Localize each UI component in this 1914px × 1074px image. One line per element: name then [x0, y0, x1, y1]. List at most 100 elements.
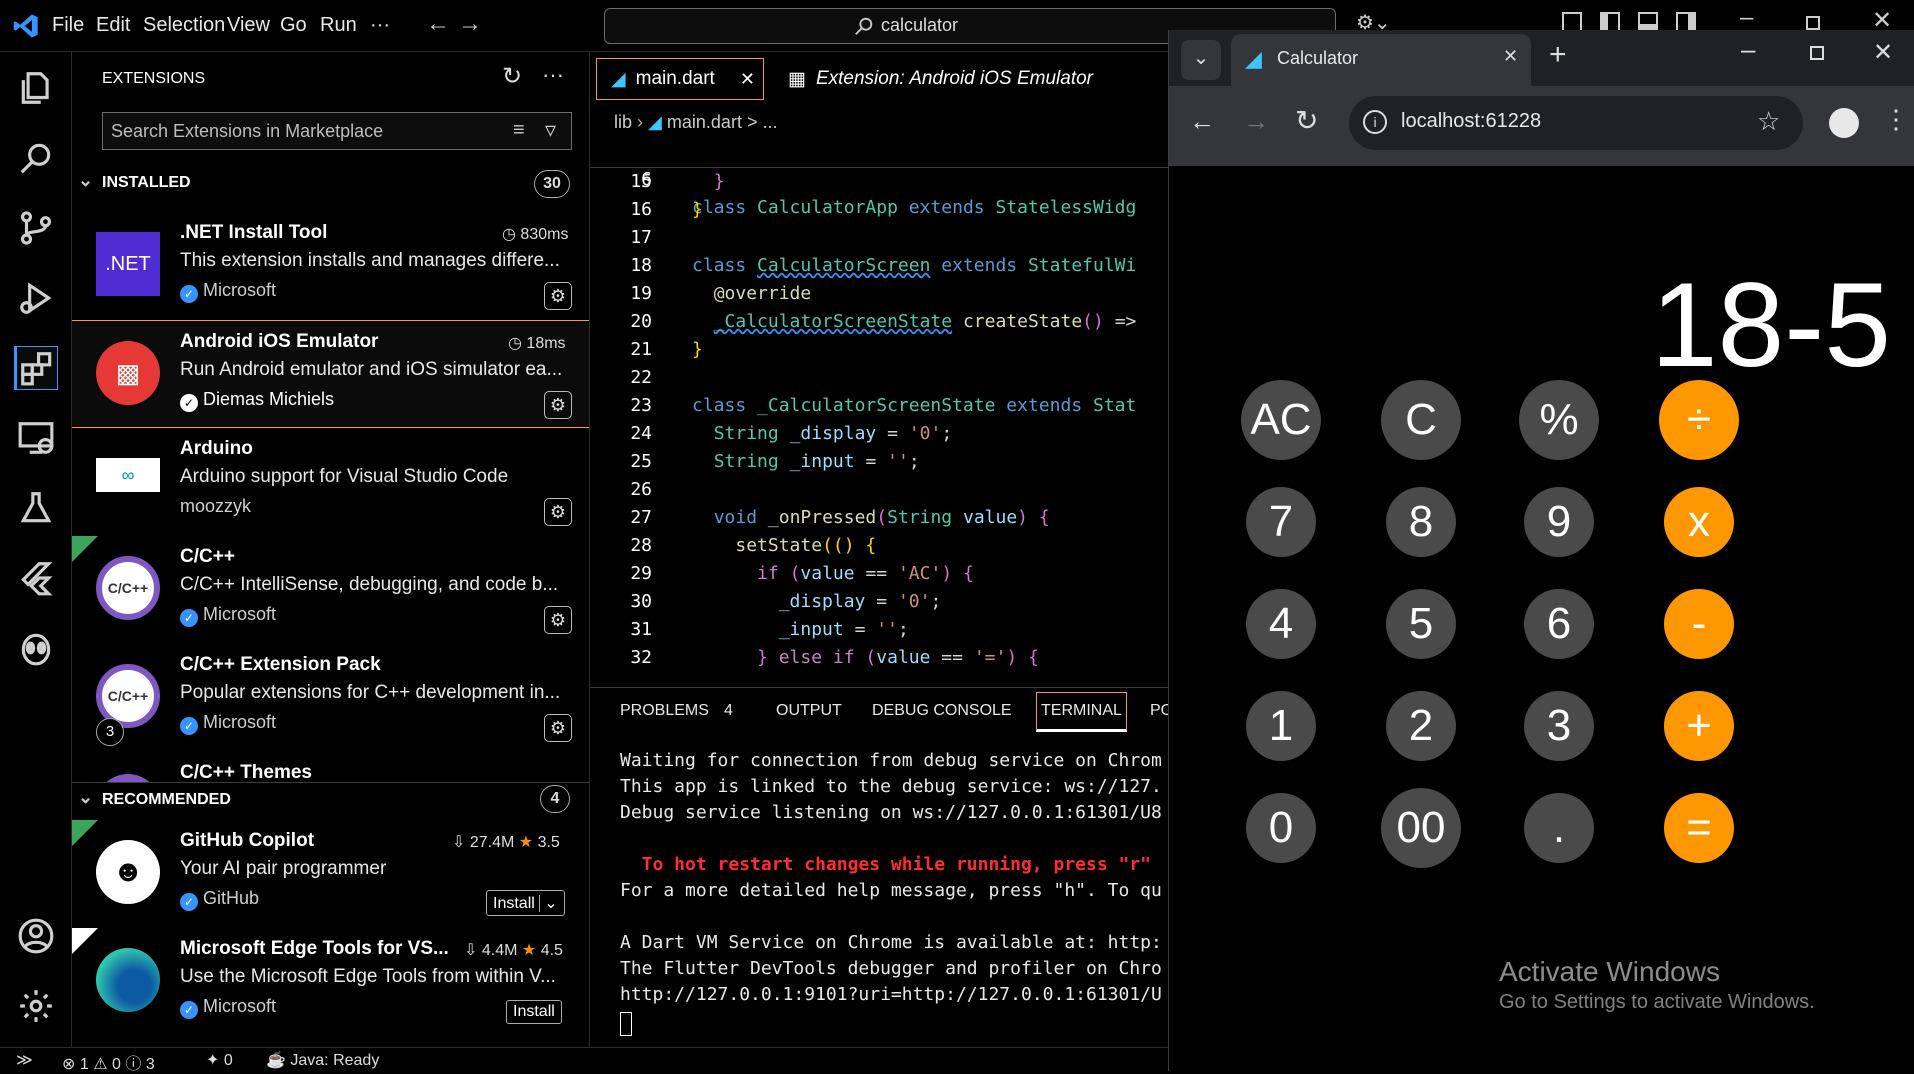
- sticky-scroll-line[interactable]: 6 class CalculatorApp extends StatelessW…: [590, 138, 1168, 218]
- profile-avatar[interactable]: [1829, 108, 1859, 138]
- forward-arrow-icon[interactable]: →: [1243, 106, 1269, 137]
- toggle-secondary-sidebar-icon[interactable]: [1676, 12, 1696, 32]
- explorer-icon[interactable]: [14, 66, 58, 110]
- extension-item[interactable]: Microsoft Edge Tools for VS... ⇩ 4.4M ★ …: [72, 928, 589, 1036]
- run-debug-icon[interactable]: [14, 276, 58, 320]
- testing-icon[interactable]: [14, 486, 58, 530]
- menu-file[interactable]: File: [52, 14, 84, 37]
- recommended-section-header[interactable]: ⌄ RECOMMENDED 4: [72, 782, 589, 820]
- tab-ports[interactable]: PO: [1150, 702, 1168, 720]
- java-status[interactable]: ☕ Java: Ready: [266, 1050, 379, 1070]
- calc-button-2[interactable]: 2: [1386, 691, 1456, 761]
- customize-layout-icon[interactable]: [1562, 12, 1582, 32]
- accounts-icon[interactable]: [14, 914, 58, 958]
- tab-debug-console[interactable]: DEBUG CONSOLE: [872, 702, 1012, 720]
- extension-item-selected[interactable]: ▩ Android iOS Emulator ◷ 18ms Run Androi…: [72, 320, 589, 428]
- site-info-icon[interactable]: i: [1363, 110, 1387, 134]
- calc-button-0[interactable]: 0: [1246, 793, 1316, 863]
- source-control-icon[interactable]: [14, 206, 58, 250]
- menu-view[interactable]: View: [227, 14, 270, 37]
- menu-more[interactable]: ···: [370, 14, 390, 37]
- calc-button-5[interactable]: 5: [1386, 589, 1456, 659]
- calc-button-plus[interactable]: +: [1664, 691, 1734, 761]
- calc-button-9[interactable]: 9: [1524, 487, 1594, 557]
- calc-button-all-clear[interactable]: AC: [1241, 380, 1321, 460]
- menu-selection[interactable]: Selection: [143, 14, 225, 37]
- toggle-panel-icon[interactable]: [1638, 12, 1658, 32]
- menu-edit[interactable]: Edit: [96, 14, 130, 37]
- back-arrow-icon[interactable]: ←: [1189, 106, 1215, 137]
- extensions-icon[interactable]: [14, 346, 58, 390]
- extension-item[interactable]: ∞ Arduino Arduino support for Visual Stu…: [72, 428, 589, 536]
- alien-extension-icon[interactable]: [14, 626, 58, 670]
- calc-button-equals[interactable]: =: [1664, 793, 1734, 863]
- extension-item[interactable]: C/C++ C/C++ C/C++ IntelliSense, debuggin…: [72, 536, 589, 644]
- calc-button-double-zero[interactable]: 00: [1381, 788, 1461, 868]
- manage-gear-icon[interactable]: ⚙: [544, 282, 572, 310]
- toggle-sidebar-icon[interactable]: [1600, 12, 1620, 32]
- install-button[interactable]: Install ⌄: [486, 890, 565, 916]
- breadcrumb[interactable]: lib › ◢ main.dart > ...: [614, 112, 778, 133]
- restore-icon[interactable]: [1806, 16, 1820, 30]
- address-bar[interactable]: i localhost:61228 ☆: [1349, 96, 1803, 150]
- refresh-icon[interactable]: ↻: [502, 62, 522, 91]
- minimize-icon[interactable]: –: [1740, 4, 1753, 32]
- calc-button-divide[interactable]: ÷: [1659, 380, 1739, 460]
- bookmark-star-icon[interactable]: ☆: [1757, 106, 1780, 137]
- extension-item[interactable]: .NET .NET Install Tool ◷ 830ms This exte…: [72, 212, 589, 320]
- tab-output[interactable]: OUTPUT: [776, 702, 842, 720]
- install-button[interactable]: Install: [506, 1000, 562, 1024]
- maximize-icon[interactable]: [1810, 46, 1824, 60]
- search-icon[interactable]: [14, 136, 58, 180]
- forward-arrow-icon[interactable]: →: [458, 10, 482, 38]
- filter-icon[interactable]: ▿: [545, 117, 556, 143]
- tab-terminal[interactable]: TERMINAL: [1036, 692, 1127, 732]
- ports-status[interactable]: ✦ 0: [206, 1050, 233, 1070]
- new-tab-icon[interactable]: +: [1549, 38, 1567, 72]
- tab-problems[interactable]: PROBLEMS: [620, 702, 709, 720]
- close-tab-icon[interactable]: ✕: [1503, 46, 1518, 67]
- manage-gear-icon[interactable]: ⚙: [544, 606, 572, 634]
- remote-explorer-icon[interactable]: [14, 416, 58, 460]
- settings-gear-icon[interactable]: [14, 984, 58, 1028]
- calc-button-decimal[interactable]: .: [1524, 793, 1594, 863]
- extension-item[interactable]: ☻ GitHub Copilot ⇩ 27.4M ★ 3.5 Your AI p…: [72, 820, 589, 928]
- more-actions-icon[interactable]: ···: [542, 62, 564, 88]
- calc-button-6[interactable]: 6: [1524, 589, 1594, 659]
- browser-tab[interactable]: ◢ Calculator ✕: [1231, 34, 1531, 86]
- calc-button-1[interactable]: 1: [1246, 691, 1316, 761]
- calc-button-minus[interactable]: -: [1664, 589, 1734, 659]
- minimize-icon[interactable]: –: [1741, 34, 1755, 65]
- problems-status[interactable]: ⊗ 1 ⚠ 0 ⓘ 3: [62, 1050, 155, 1074]
- chevron-down-icon[interactable]: ⌄: [539, 895, 558, 912]
- calc-button-multiply[interactable]: x: [1664, 487, 1734, 557]
- calc-button-percent[interactable]: %: [1519, 380, 1599, 460]
- calc-button-clear[interactable]: C: [1381, 380, 1461, 460]
- menu-go[interactable]: Go: [280, 14, 307, 37]
- extension-item[interactable]: C/C++ 3 C/C++ Extension Pack Popular ext…: [72, 644, 589, 752]
- manage-gear-icon[interactable]: ⚙: [544, 714, 572, 742]
- remote-icon[interactable]: ≫: [16, 1050, 33, 1070]
- chrome-menu-icon[interactable]: ⋮: [1883, 104, 1909, 135]
- menu-run[interactable]: Run: [320, 14, 357, 37]
- close-window-icon[interactable]: ✕: [1873, 38, 1893, 67]
- calc-button-4[interactable]: 4: [1246, 589, 1316, 659]
- tab-extension-preview[interactable]: ▦ Extension: Android iOS Emulator: [776, 58, 1093, 100]
- calc-button-3[interactable]: 3: [1524, 691, 1594, 761]
- calc-button-8[interactable]: 8: [1386, 487, 1456, 557]
- manage-gear-icon[interactable]: ⚙: [544, 498, 572, 526]
- code-editor[interactable]: 15 } 16} 17 18 class CalculatorScreen ext…: [590, 168, 1168, 687]
- installed-section-header[interactable]: ⌄ INSTALLED 30: [72, 164, 589, 202]
- close-tab-icon[interactable]: ✕: [740, 69, 755, 90]
- flutter-icon[interactable]: [14, 556, 58, 600]
- tab-search-icon[interactable]: ⌄: [1181, 40, 1221, 80]
- extension-search-input[interactable]: Search Extensions in Marketplace ≡ ▿: [102, 112, 572, 150]
- manage-gear-icon[interactable]: ⚙: [544, 391, 572, 419]
- extension-item[interactable]: C/C++ Themes: [72, 752, 589, 782]
- calc-button-7[interactable]: 7: [1246, 487, 1316, 557]
- tab-main-dart[interactable]: ◢ main.dart ✕: [596, 58, 764, 100]
- reload-icon[interactable]: ↻: [1295, 104, 1318, 137]
- clear-filter-icon[interactable]: ≡: [513, 119, 525, 142]
- back-arrow-icon[interactable]: ←: [426, 10, 450, 38]
- terminal-output[interactable]: Waiting for connection from debug servic…: [590, 738, 1168, 1047]
